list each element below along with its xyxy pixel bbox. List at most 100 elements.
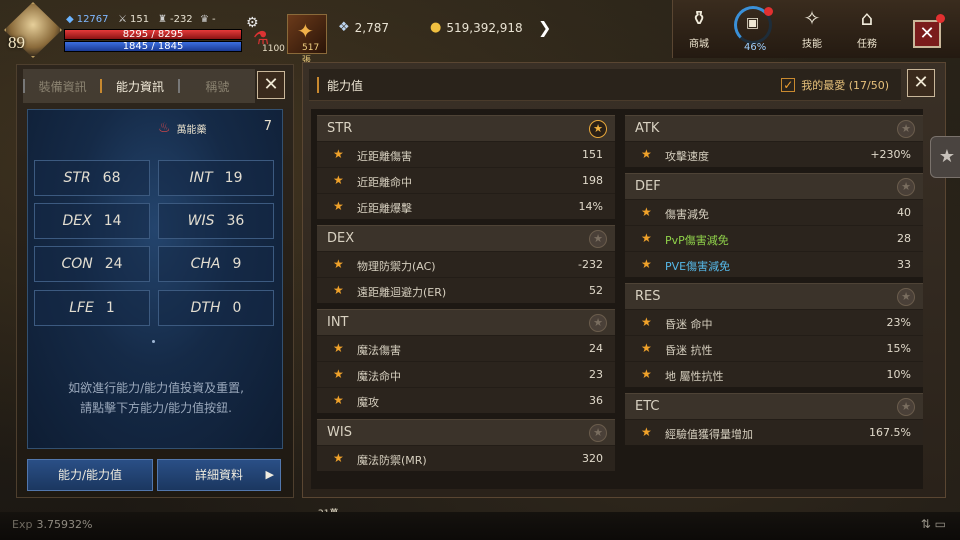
- group-name: ATK: [635, 121, 660, 136]
- stat-dex: DEX 14: [34, 203, 150, 239]
- hp-bar: 8295 / 8295: [64, 29, 242, 40]
- bottom-icons[interactable]: ⇅ ▭: [921, 517, 946, 531]
- favorite-star-icon[interactable]: ★: [897, 398, 915, 416]
- attribute-group-res: RES ★ ★ 昏迷 命中 23% ★ 昏迷 抗性 15% ★ 地 屬性抗性 10%: [625, 283, 923, 387]
- group-name: RES: [635, 289, 661, 304]
- attribute-row: ★ PvP傷害減免 28: [625, 225, 923, 251]
- group-header: DEX ★: [317, 225, 615, 251]
- group-header: INT ★: [317, 309, 615, 335]
- stats-button[interactable]: 能力/能力值: [27, 459, 153, 491]
- title-accent: [317, 77, 319, 93]
- notification-dot: [936, 14, 945, 23]
- favorite-star-icon[interactable]: ★: [897, 288, 915, 306]
- tab-stats[interactable]: 能力資訊: [102, 78, 177, 95]
- stat-con: CON 24: [34, 246, 150, 282]
- group-header: DEF ★: [625, 173, 923, 199]
- star-icon[interactable]: ★: [333, 173, 344, 187]
- group-name: ETC: [635, 399, 660, 414]
- chevron-right-icon[interactable]: ❯: [538, 18, 551, 37]
- star-icon[interactable]: ★: [333, 199, 344, 213]
- attribute-group-int: INT ★ ★ 魔法傷害 24 ★ 魔法命中 23 ★ 魔攻 36: [317, 309, 615, 413]
- star-icon[interactable]: ★: [641, 341, 652, 355]
- character-level: 89: [8, 33, 25, 52]
- left-panel-close-button[interactable]: ✕: [257, 71, 285, 99]
- attribute-row: ★ 魔法命中 23: [317, 361, 615, 387]
- group-name: WIS: [327, 425, 352, 440]
- progress-ring[interactable]: ▣: [734, 6, 773, 44]
- star-icon[interactable]: ★: [641, 147, 652, 161]
- elixir-icon: ♨: [158, 120, 171, 136]
- favorite-star-icon[interactable]: ★: [589, 424, 607, 442]
- group-header: ATK ★: [625, 115, 923, 141]
- quick-skill-slot[interactable]: ✦ 517張: [287, 14, 327, 66]
- attribute-name: 地 屬性抗性: [665, 370, 724, 383]
- favorites-toggle[interactable]: ✓ 我的最愛 (17/50): [781, 77, 889, 93]
- star-icon[interactable]: ★: [641, 257, 652, 271]
- star-icon[interactable]: ★: [333, 367, 344, 381]
- checkbox-icon[interactable]: ✓: [781, 78, 796, 92]
- attribute-value: 24: [589, 342, 603, 355]
- attribute-group-wis: WIS ★ ★ 魔法防禦(MR) 320: [317, 419, 615, 471]
- favorite-star-icon[interactable]: ★: [897, 178, 915, 196]
- star-icon[interactable]: ★: [641, 367, 652, 381]
- attribute-name: 近距離命中: [357, 176, 412, 189]
- attribute-value: 14%: [578, 200, 603, 213]
- attribute-row: ★ 傷害減免 40: [625, 199, 923, 225]
- attribute-name: 魔攻: [357, 396, 379, 409]
- attribute-value: +230%: [870, 148, 911, 161]
- menu-quests[interactable]: ⌂ 任務: [842, 6, 892, 51]
- attributes-title: 能力值: [327, 79, 364, 93]
- favorite-star-icon[interactable]: ★: [589, 120, 607, 138]
- star-icon[interactable]: ★: [333, 283, 344, 297]
- star-icon[interactable]: ★: [333, 147, 344, 161]
- detail-button[interactable]: 詳細資料 ▶: [157, 459, 281, 491]
- attribute-value: 167.5%: [869, 426, 911, 439]
- elixir-value: 7: [263, 119, 272, 134]
- star-icon[interactable]: ★: [333, 393, 344, 407]
- attribute-value: 198: [582, 174, 603, 187]
- exp-bar: Exp 3.75932% ⇅ ▭: [0, 512, 960, 540]
- attribute-row: ★ 遠距離迴避力(ER) 52: [317, 277, 615, 303]
- attributes-close-button[interactable]: ✕: [907, 69, 935, 97]
- gold-coin-icon: ●: [430, 20, 442, 35]
- stat-wis: WIS 36: [158, 203, 274, 239]
- side-favorite-tab[interactable]: ★: [930, 136, 960, 178]
- sword-icon: ⚔: [118, 14, 127, 25]
- star-icon[interactable]: ★: [641, 231, 652, 245]
- base-stats-area: ♨ 萬能藥 7 STR 68 INT 19 DEX 14 WIS 36 CON 24 CH…: [27, 109, 283, 449]
- attribute-value: 23: [589, 368, 603, 381]
- tab-equipment[interactable]: 裝備資訊: [25, 78, 100, 95]
- menu-shop[interactable]: ⚱ 商城: [674, 6, 724, 51]
- menu-skills[interactable]: ✧ 技能: [787, 6, 837, 51]
- stat-d: ♛ -: [200, 14, 216, 25]
- attribute-name: 攻擊速度: [665, 150, 709, 163]
- stat-c: ♜ -232: [158, 14, 193, 25]
- attributes-column-left: STR ★ ★ 近距離傷害 151 ★ 近距離命中 198 ★ 近距離爆擊 14% DEX ★ ★ 物理防禦…: [317, 115, 615, 477]
- attribute-row: ★ 魔法傷害 24: [317, 335, 615, 361]
- favorite-star-icon[interactable]: ★: [897, 120, 915, 138]
- main-close-button[interactable]: ✕: [913, 14, 945, 48]
- star-icon[interactable]: ★: [333, 257, 344, 271]
- star-icon[interactable]: ★: [641, 315, 652, 329]
- attribute-row: ★ 魔法防禦(MR) 320: [317, 445, 615, 471]
- favorite-star-icon[interactable]: ★: [589, 230, 607, 248]
- star-icon[interactable]: ★: [641, 205, 652, 219]
- info-tabs: 裝備資訊 能力資訊 稱號: [23, 69, 255, 103]
- progress-percent: 46%: [744, 42, 767, 53]
- elixir-row: ♨ 萬能藥: [158, 120, 207, 136]
- attributes-column-right: ATK ★ ★ 攻擊速度 +230% DEF ★ ★ 傷害減免 40 ★ PvP傷害減免 28 ★ PVE傷…: [625, 115, 923, 451]
- crystal-icon: ❖: [338, 20, 350, 35]
- tab-titles[interactable]: 稱號: [180, 78, 255, 95]
- feather-icon: ✦: [297, 19, 314, 43]
- star-icon[interactable]: ★: [333, 451, 344, 465]
- helmet-icon: ♜: [158, 14, 167, 25]
- potion-count: 1100: [262, 44, 285, 54]
- scroll-icon: ⌂: [860, 6, 874, 30]
- stat-dth: DTH 0: [158, 290, 274, 326]
- stat-b: ⚔ 151: [118, 14, 150, 25]
- star-icon[interactable]: ★: [333, 341, 344, 355]
- attribute-row: ★ 魔攻 36: [317, 387, 615, 413]
- star-icon[interactable]: ★: [641, 425, 652, 439]
- attribute-row: ★ 物理防禦力(AC) -232: [317, 251, 615, 277]
- favorite-star-icon[interactable]: ★: [589, 314, 607, 332]
